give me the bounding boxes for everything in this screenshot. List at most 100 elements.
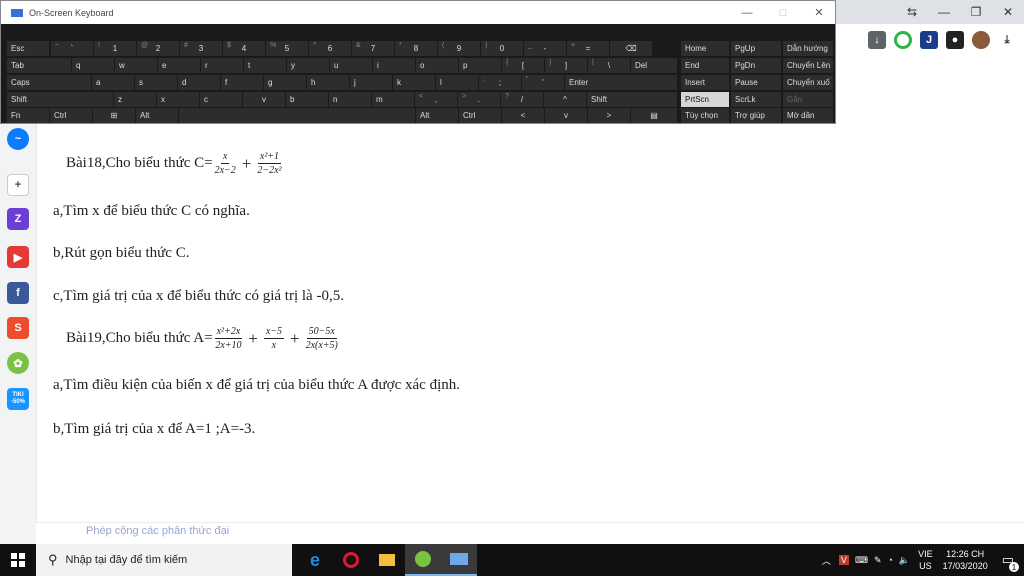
osk-key[interactable]: ^ 6 bbox=[309, 41, 351, 56]
osk-key[interactable]: _ - bbox=[524, 41, 566, 56]
facebook-icon[interactable]: f bbox=[7, 282, 29, 304]
osk-key[interactable]: c bbox=[200, 92, 242, 107]
osk-nav-key[interactable]: Mờ dần bbox=[783, 108, 833, 123]
notification-icon[interactable]: ▭ 1 bbox=[1002, 552, 1019, 572]
osk-key[interactable]: t bbox=[244, 58, 286, 73]
osk-key[interactable]: Enter bbox=[565, 75, 677, 90]
osk-key[interactable]: j bbox=[350, 75, 392, 90]
extension-mask-icon[interactable]: ● bbox=[946, 31, 964, 49]
start-button[interactable] bbox=[0, 544, 36, 576]
antivirus-icon[interactable]: V bbox=[838, 555, 849, 565]
osk-key[interactable]: z bbox=[114, 92, 156, 107]
clock[interactable]: 12:26 CH 17/03/2020 bbox=[943, 548, 988, 572]
browser-restore-button[interactable]: ❐ bbox=[960, 0, 992, 24]
osk-key[interactable]: {[ bbox=[502, 58, 544, 73]
osk-nav-key[interactable]: Chuyển xuố bbox=[783, 75, 833, 90]
osk-key[interactable]: ! 1 bbox=[94, 41, 136, 56]
osk-key[interactable]: < bbox=[502, 108, 544, 123]
osk-key[interactable]: ▤ bbox=[631, 108, 677, 123]
browser-minimize-button[interactable]: — bbox=[928, 0, 960, 24]
osk-key[interactable]: i bbox=[373, 58, 415, 73]
related-link[interactable]: Phép cộng các phân thức đại bbox=[86, 525, 229, 537]
app-leaf-icon[interactable]: ✿ bbox=[7, 352, 29, 374]
osk-key[interactable]: $4 bbox=[223, 41, 265, 56]
osk-key[interactable]: h bbox=[307, 75, 349, 90]
osk-key[interactable]: & 7 bbox=[352, 41, 394, 56]
osk-key[interactable]: y bbox=[287, 58, 329, 73]
osk-key[interactable]: f bbox=[221, 75, 263, 90]
osk-key[interactable]: }] bbox=[545, 58, 587, 73]
osk-key[interactable]: ^ bbox=[544, 92, 586, 107]
osk-nav-key[interactable]: Home bbox=[681, 41, 729, 56]
coccoc-browser-icon[interactable] bbox=[405, 544, 441, 576]
wifi-icon[interactable]: ◔ bbox=[887, 555, 892, 565]
input-method-icon[interactable]: ⌨ bbox=[855, 555, 868, 566]
avatar[interactable] bbox=[972, 31, 990, 49]
osk-key[interactable]: e bbox=[158, 58, 200, 73]
add-app-button[interactable]: + bbox=[7, 174, 29, 196]
osk-nav-key[interactable]: Trợ giúp bbox=[731, 108, 781, 123]
osk-key[interactable]: n bbox=[329, 92, 371, 107]
taskbar-search[interactable]: ⚲ Nhập tại đây để tìm kiếm bbox=[36, 544, 292, 576]
osk-key[interactable]: ~ ` bbox=[51, 41, 93, 56]
osk-key[interactable]: Del bbox=[631, 58, 677, 73]
osk-key[interactable]: Fn bbox=[7, 108, 49, 123]
osk-nav-key[interactable]: Tùy chọn bbox=[681, 108, 729, 123]
osk-key[interactable]: b bbox=[286, 92, 328, 107]
osk-key[interactable]: l bbox=[436, 75, 478, 90]
osk-key[interactable]: Esc bbox=[7, 41, 49, 56]
osk-nav-key[interactable]: Gắn bbox=[783, 92, 833, 107]
osk-key[interactable]: <, bbox=[415, 92, 457, 107]
youtube-icon[interactable]: ▶ bbox=[7, 246, 29, 268]
chevron-up-icon[interactable]: ︿ bbox=[822, 554, 831, 567]
browser-close-button[interactable]: ✕ bbox=[992, 0, 1024, 24]
osk-key[interactable]: s bbox=[135, 75, 177, 90]
download-arrow-icon[interactable]: ⤓ bbox=[998, 31, 1016, 49]
osk-key[interactable]: Alt bbox=[136, 108, 178, 123]
extension-j-icon[interactable]: J bbox=[920, 31, 938, 49]
download-icon[interactable]: ↓ bbox=[868, 31, 886, 49]
osk-key[interactable]: v bbox=[243, 92, 285, 107]
osk-key[interactable] bbox=[179, 108, 415, 123]
edge-icon[interactable]: e bbox=[297, 544, 333, 576]
opera-icon[interactable] bbox=[333, 544, 369, 576]
osk-nav-key[interactable]: PgDn bbox=[731, 58, 781, 73]
osk-key[interactable]: m bbox=[372, 92, 414, 107]
osk-key[interactable]: q bbox=[72, 58, 114, 73]
osk-key[interactable]: #3 bbox=[180, 41, 222, 56]
language-indicator[interactable]: VIE US bbox=[918, 548, 933, 572]
osk-key[interactable]: ⌫ bbox=[610, 41, 652, 56]
osk-nav-key[interactable]: Chuyển Lên bbox=[783, 58, 833, 73]
osk-nav-key[interactable]: Insert bbox=[681, 75, 729, 90]
osk-key[interactable]: ) 0 bbox=[481, 41, 523, 56]
osk-key[interactable]: > bbox=[588, 108, 630, 123]
tiki-icon[interactable]: TIKI -50% bbox=[7, 388, 29, 410]
osk-key[interactable]: v bbox=[545, 108, 587, 123]
osk-key[interactable]: >. bbox=[458, 92, 500, 107]
osk-nav-key[interactable]: PrtScn bbox=[681, 92, 729, 107]
file-explorer-icon[interactable] bbox=[369, 544, 405, 576]
osk-key[interactable]: Alt bbox=[416, 108, 458, 123]
osk-nav-key[interactable]: Pause bbox=[731, 75, 781, 90]
osk-key[interactable]: Ctrl bbox=[459, 108, 501, 123]
on-screen-keyboard-taskbar-icon[interactable] bbox=[441, 544, 477, 576]
extension-color-icon[interactable] bbox=[894, 31, 912, 49]
osk-key[interactable]: Ctrl bbox=[50, 108, 92, 123]
osk-nav-key[interactable]: Dẫn hướng bbox=[783, 41, 833, 56]
osk-key[interactable]: g bbox=[264, 75, 306, 90]
osk-key[interactable]: p bbox=[459, 58, 501, 73]
osk-key[interactable]: * 8 bbox=[395, 41, 437, 56]
osk-key[interactable]: Shift bbox=[7, 92, 113, 107]
osk-key[interactable]: % 5 bbox=[266, 41, 308, 56]
osk-key[interactable]: x bbox=[157, 92, 199, 107]
osk-key[interactable]: @2 bbox=[137, 41, 179, 56]
volume-icon[interactable]: 🔈 bbox=[899, 555, 910, 566]
osk-key[interactable]: " ' bbox=[522, 75, 564, 90]
osk-key[interactable]: w bbox=[115, 58, 157, 73]
osk-key[interactable]: k bbox=[393, 75, 435, 90]
osk-key[interactable]: r bbox=[201, 58, 243, 73]
shopee-icon[interactable]: S bbox=[7, 317, 29, 339]
messenger-icon[interactable]: ~ bbox=[7, 128, 29, 150]
osk-nav-key[interactable]: End bbox=[681, 58, 729, 73]
browser-profile-switch-icon[interactable]: ⇆ bbox=[896, 0, 928, 24]
